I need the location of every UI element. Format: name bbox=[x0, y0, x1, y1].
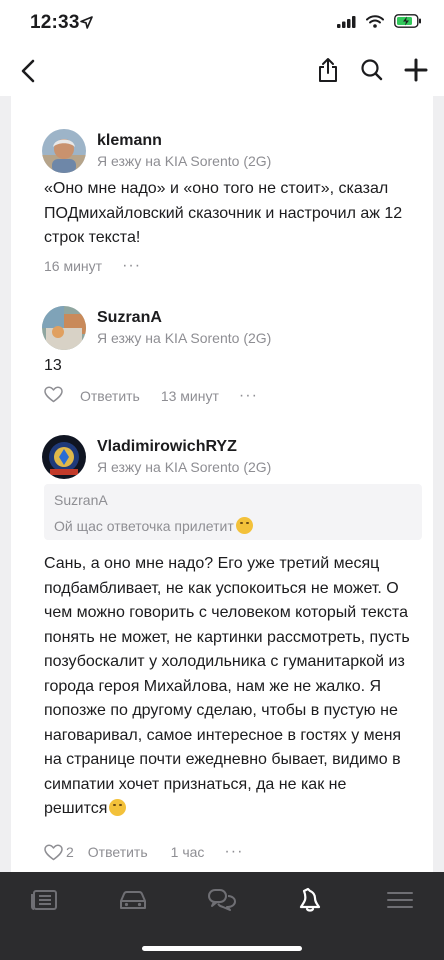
comment-text: 13 bbox=[44, 357, 62, 374]
share-button[interactable] bbox=[314, 56, 342, 84]
tab-feed[interactable] bbox=[24, 886, 64, 914]
comment-text: Сань, а оно мне надо? Его уже третий мес… bbox=[44, 555, 410, 817]
cellular-signal-icon bbox=[337, 15, 356, 33]
heart-icon bbox=[44, 386, 63, 403]
comment-text: «Оно мне надо» и «оно того не стоит», ск… bbox=[44, 180, 403, 246]
plus-icon bbox=[404, 58, 428, 82]
home-indicator[interactable] bbox=[142, 946, 302, 951]
reply-button[interactable]: Ответить bbox=[80, 388, 140, 404]
comment-author[interactable]: SuzranA bbox=[97, 309, 162, 327]
more-options-button[interactable]: ··· bbox=[239, 387, 258, 405]
feed-icon bbox=[31, 890, 57, 910]
comment-author[interactable]: klemann bbox=[97, 132, 162, 150]
comment-meta: 16 минут ··· bbox=[44, 257, 141, 275]
comment-meta: 2 Ответить 1 час ··· bbox=[44, 843, 243, 861]
back-button[interactable] bbox=[14, 56, 44, 86]
comment-time: 1 час bbox=[170, 844, 205, 860]
reply-button[interactable]: Ответить bbox=[88, 844, 148, 860]
battery-icon bbox=[394, 14, 422, 33]
like-count: 2 bbox=[66, 844, 74, 860]
smirk-emoji-icon bbox=[109, 799, 127, 816]
avatar[interactable] bbox=[42, 129, 86, 173]
quoted-reply[interactable]: SuzranA Ой щас ответочка прилетит bbox=[44, 484, 422, 540]
search-button[interactable] bbox=[358, 56, 386, 84]
share-icon bbox=[319, 58, 337, 82]
heart-icon bbox=[44, 843, 63, 860]
chat-icon bbox=[208, 889, 236, 911]
comment-text-block: Сань, а оно мне надо? Его уже третий мес… bbox=[44, 552, 414, 822]
quoted-text-line: Ой щас ответочка прилетит bbox=[54, 517, 253, 534]
tab-notifications[interactable] bbox=[290, 886, 330, 914]
tab-garage[interactable] bbox=[113, 886, 153, 914]
tab-menu[interactable] bbox=[380, 886, 420, 914]
quoted-author: SuzranA bbox=[54, 492, 108, 508]
comment-meta: Ответить 13 минут ··· bbox=[44, 386, 258, 406]
navigation-bar bbox=[0, 44, 444, 96]
comment-car[interactable]: Я езжу на KIA Sorento (2G) bbox=[97, 153, 271, 169]
comment-author[interactable]: VladimirowichRYZ bbox=[97, 438, 237, 456]
location-arrow-icon bbox=[80, 16, 93, 34]
notifications-icon bbox=[299, 887, 321, 912]
comments-list: klemann Я езжу на KIA Sorento (2G) «Оно … bbox=[11, 96, 433, 874]
tab-messages[interactable] bbox=[202, 886, 242, 914]
more-options-button[interactable]: ··· bbox=[122, 257, 141, 275]
comment-time: 13 минут bbox=[160, 388, 219, 404]
laughing-emoji-icon bbox=[235, 517, 253, 534]
add-button[interactable] bbox=[402, 56, 430, 84]
like-button[interactable]: 2 bbox=[44, 843, 74, 861]
status-time: 12:33 bbox=[30, 12, 80, 33]
menu-icon bbox=[387, 892, 413, 908]
avatar[interactable] bbox=[42, 435, 86, 479]
comment-car[interactable]: Я езжу на KIA Sorento (2G) bbox=[97, 330, 271, 346]
avatar[interactable] bbox=[42, 306, 86, 350]
comment-time: 16 минут bbox=[44, 258, 103, 274]
more-options-button[interactable]: ··· bbox=[224, 843, 243, 861]
wifi-icon bbox=[366, 14, 384, 33]
status-bar: 12:33 bbox=[0, 0, 444, 44]
car-icon bbox=[120, 891, 146, 909]
like-button[interactable] bbox=[44, 386, 63, 406]
chevron-left-icon bbox=[21, 59, 35, 83]
comment-car[interactable]: Я езжу на KIA Sorento (2G) bbox=[97, 459, 271, 475]
quoted-text: Ой щас ответочка прилетит bbox=[54, 518, 234, 534]
search-icon bbox=[361, 59, 383, 81]
